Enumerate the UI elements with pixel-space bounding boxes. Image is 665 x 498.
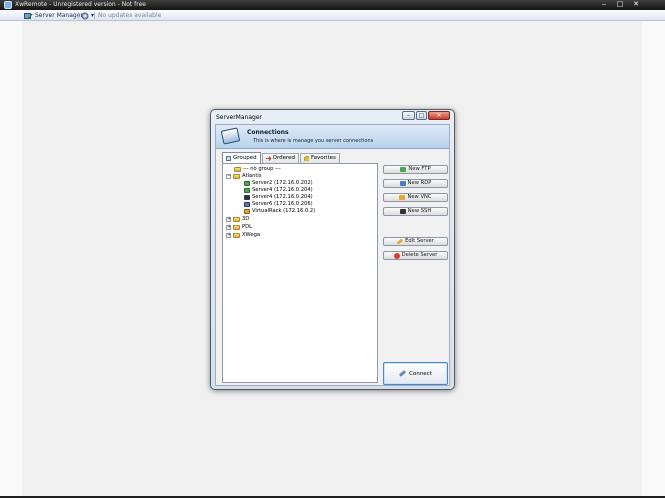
- tab-ordered-label: Ordered: [272, 155, 296, 161]
- tree-item-group-3d[interactable]: + 3D: [226, 216, 249, 223]
- vnc-server-icon: [244, 209, 250, 214]
- delete-server-button[interactable]: Delete Server: [383, 251, 448, 260]
- connect-label: Connect: [409, 370, 432, 377]
- dialog-body: Connections This is where is manage you …: [215, 124, 450, 386]
- folder-icon: [233, 225, 240, 230]
- ssh-server-icon: [244, 195, 250, 200]
- expand-toggle[interactable]: +: [226, 217, 231, 222]
- vnc-icon: [399, 195, 406, 200]
- maximize-button[interactable]: □: [612, 0, 628, 10]
- header-subtitle: This is where is manage you server conne…: [253, 138, 374, 144]
- app-logo-icon: [4, 1, 12, 9]
- collapse-toggle[interactable]: −: [226, 174, 231, 179]
- tree-item-label: PDL: [242, 224, 253, 230]
- view-tabs: Grouped Ordered Favorites: [222, 152, 340, 163]
- tree-item-server[interactable]: Server4 (172.16.0.204): [244, 187, 313, 194]
- toolbar-divider: [78, 12, 79, 19]
- tab-favorites-label: Favorites: [311, 155, 336, 161]
- folder-icon: [233, 233, 240, 238]
- delete-server-label: Delete Server: [401, 252, 438, 258]
- connect-button[interactable]: Connect: [383, 362, 448, 385]
- dialog-close-button[interactable]: ✕: [428, 111, 450, 120]
- pencil-icon: [396, 238, 404, 245]
- dialog-minimize-button[interactable]: –: [402, 111, 415, 120]
- settings-gear-icon: [81, 12, 89, 19]
- folder-open-icon: [233, 174, 240, 179]
- close-button[interactable]: ✕: [628, 0, 644, 10]
- tree-item-label: XWega: [242, 232, 261, 238]
- delete-icon: [393, 252, 400, 259]
- tree-item-label: Server4 (172.16.0.204): [252, 194, 313, 200]
- settings-dropdown[interactable]: ▾: [81, 10, 94, 21]
- connect-plug-icon: [398, 370, 407, 377]
- tree-item-label: Server6 (172.16.0.206): [252, 201, 313, 207]
- new-ftp-button[interactable]: New FTP: [383, 165, 448, 174]
- app-title: XwRemote - Unregistered version - Not fr…: [15, 1, 146, 8]
- arrow-icon: [265, 156, 271, 161]
- tab-ordered[interactable]: Ordered: [261, 153, 300, 163]
- tree-item-server[interactable]: Server6 (172.16.0.206): [244, 201, 313, 208]
- new-vnc-label: New VNC: [407, 194, 432, 200]
- tree-item-server[interactable]: VirtualRack (172.16.0.2): [244, 208, 315, 215]
- tree-item-server[interactable]: Server2 (172.16.0.202): [244, 180, 313, 187]
- new-ssh-label: New SSH: [407, 208, 432, 214]
- tab-grouped-label: Grouped: [233, 154, 257, 161]
- tree-item-atlantis[interactable]: − Atlantis: [226, 173, 262, 180]
- new-rdp-button[interactable]: New RDP: [383, 179, 448, 188]
- tree-item-label: --- no group ---: [243, 166, 281, 172]
- app-titlebar: XwRemote - Unregistered version - Not fr…: [0, 0, 665, 10]
- update-status-text: No updates available: [98, 12, 162, 19]
- tree-item-no-group[interactable]: --- no group ---: [234, 166, 281, 173]
- update-status: No updates available: [98, 10, 161, 21]
- new-rdp-label: New RDP: [407, 180, 432, 186]
- grouped-icon: [226, 155, 231, 161]
- main-toolbar: Server Manager ▾ No updates available: [0, 10, 665, 21]
- tree-item-label: Atlantis: [242, 173, 262, 179]
- tab-grouped[interactable]: Grouped: [222, 152, 261, 163]
- tree-item-group-pdl[interactable]: + PDL: [226, 224, 252, 231]
- new-ssh-button[interactable]: New SSH: [383, 207, 448, 216]
- folder-icon: [234, 167, 241, 172]
- connections-header: Connections This is where is manage you …: [216, 125, 449, 149]
- tree-item-label: 3D: [242, 216, 250, 222]
- dialog-maximize-button[interactable]: □: [416, 111, 427, 120]
- new-ftp-label: New FTP: [408, 166, 431, 172]
- expand-toggle[interactable]: +: [226, 225, 231, 230]
- star-icon: [304, 156, 310, 161]
- rdp-server-icon: [244, 202, 250, 207]
- tree-item-label: VirtualRack (172.16.0.2): [252, 208, 316, 214]
- folder-icon: [233, 217, 240, 222]
- ftp-server-icon: [244, 188, 250, 193]
- tree-item-server[interactable]: Server4 (172.16.0.204): [244, 194, 313, 201]
- edit-server-label: Edit Server: [405, 238, 434, 244]
- left-margin: [0, 21, 22, 498]
- server-manager-icon: [24, 12, 33, 19]
- server-manager-dialog: ServerManager – □ ✕ Connections This is …: [210, 109, 455, 390]
- edit-server-button[interactable]: Edit Server: [383, 237, 448, 246]
- server-tree[interactable]: --- no group --- − Atlantis Server2 (172…: [222, 163, 378, 383]
- minimize-button[interactable]: ‒: [596, 0, 612, 10]
- ssh-terminal-icon: [399, 209, 406, 214]
- connections-monitor-icon: [220, 127, 241, 145]
- toolbar-divider: [94, 12, 95, 19]
- right-margin: [642, 21, 665, 498]
- tree-item-group-xwega[interactable]: + XWega: [226, 232, 260, 239]
- tree-item-label: Server4 (172.16.0.204): [252, 187, 313, 193]
- rdp-icon: [399, 181, 406, 186]
- tree-item-label: Server2 (172.16.0.202): [252, 180, 313, 186]
- server-manager-label: Server Manager: [35, 12, 83, 19]
- ftp-icon: [400, 167, 407, 172]
- expand-toggle[interactable]: +: [226, 233, 231, 238]
- dialog-title: ServerManager: [216, 114, 262, 121]
- tab-favorites[interactable]: Favorites: [300, 153, 340, 163]
- server-manager-button[interactable]: Server Manager: [24, 10, 83, 21]
- new-vnc-button[interactable]: New VNC: [383, 193, 448, 202]
- header-title: Connections: [247, 129, 289, 136]
- ftp-server-icon: [244, 181, 250, 186]
